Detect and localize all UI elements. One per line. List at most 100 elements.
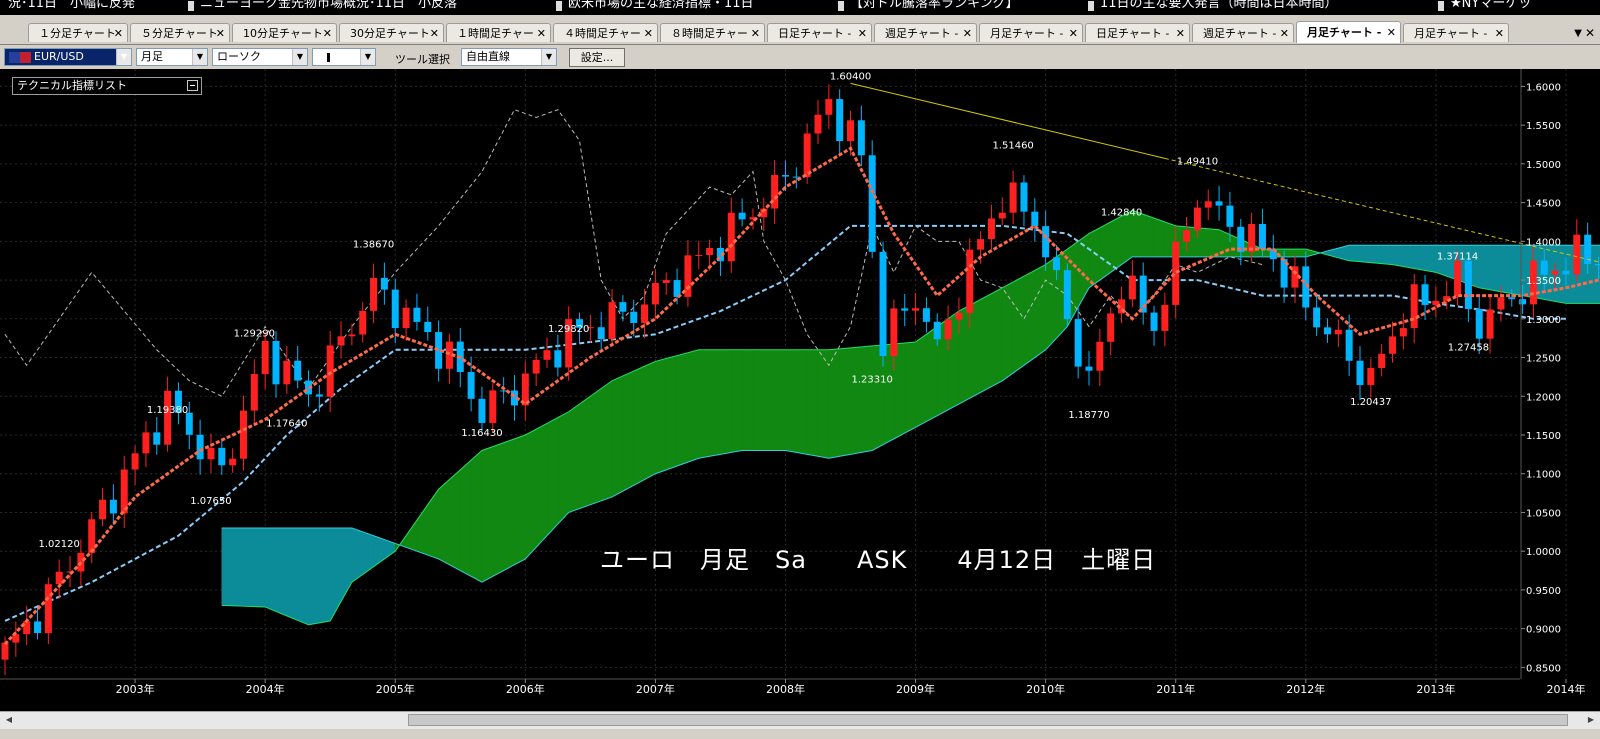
candle-body <box>836 99 844 142</box>
chart-tab[interactable]: 月足チャート - ✕ <box>1296 21 1401 43</box>
symbol-select[interactable]: EUR/USD ▼ <box>4 48 132 66</box>
close-icon[interactable]: ✕ <box>644 24 653 42</box>
candle-body <box>478 398 486 423</box>
close-icon[interactable]: ✕ <box>1387 22 1396 43</box>
chart-tab-label: 月足チャート - <box>1414 27 1488 40</box>
ichimoku-cloud-segment <box>492 442 504 577</box>
chart-tab[interactable]: １分足チャート ✕ <box>28 23 128 42</box>
technical-indicator-list-panel[interactable]: テクニカル指標リスト <box>12 77 202 95</box>
price-annotation: 1.16430 <box>461 428 502 439</box>
ichimoku-cloud-segment <box>774 349 786 451</box>
candle-body <box>88 519 96 553</box>
horizontal-scrollbar[interactable]: ◀ ▶ <box>0 711 1600 729</box>
close-icon[interactable]: ✕ <box>1585 26 1595 40</box>
close-icon[interactable]: ✕ <box>216 24 225 42</box>
chart-tab[interactable]: 日足チャート - ✕ <box>767 23 872 42</box>
ichimoku-cloud-segment <box>254 527 266 608</box>
y-tick-label: 0.9500 <box>1526 586 1561 597</box>
candle-body <box>619 302 627 312</box>
ticker-item[interactable]: 欧米市場の主な経済指標・11日 <box>568 0 754 10</box>
ticker-item[interactable]: ニューヨーク金先物市場概況･11日 小反落 <box>200 0 457 10</box>
chart-tab[interactable]: 30分足チャート ✕ <box>339 23 444 42</box>
chart-style-select[interactable]: ローソク ▼ <box>212 48 308 66</box>
ichimoku-cloud-segment <box>568 403 580 513</box>
chart-style-value: ローソク <box>217 50 261 63</box>
ichimoku-cloud-segment <box>622 370 635 492</box>
y-tick-label: 1.0500 <box>1526 508 1561 519</box>
scrollbar-thumb[interactable] <box>408 714 1568 726</box>
y-tick-label: 1.2500 <box>1526 354 1561 365</box>
chart-tab[interactable]: ４時間足チャー ✕ <box>553 23 658 42</box>
ichimoku-cloud-segment <box>438 478 450 566</box>
close-icon[interactable]: ✕ <box>430 24 439 42</box>
chart-tab-label: 日足チャート - <box>1096 27 1170 40</box>
candle-body <box>1519 299 1527 305</box>
price-annotation: 1.38670 <box>353 240 394 251</box>
close-icon[interactable]: ✕ <box>1495 24 1504 42</box>
ichimoku-cloud-segment <box>655 358 667 475</box>
candle-body <box>1594 264 1600 266</box>
chart-tab[interactable]: 週足チャート - ✕ <box>1192 23 1294 42</box>
scroll-left-icon[interactable]: ◀ <box>2 714 16 726</box>
ticker-item[interactable]: 【対ドル騰落率ランキング】 <box>850 0 1019 10</box>
eu-us-flag-icon <box>9 51 31 63</box>
close-icon[interactable]: ✕ <box>1069 24 1078 42</box>
close-icon[interactable]: ✕ <box>1176 24 1185 42</box>
close-icon[interactable]: ✕ <box>858 24 867 42</box>
close-icon[interactable]: ✕ <box>751 24 760 42</box>
ichimoku-cloud-segment <box>1197 227 1209 258</box>
candle-body <box>1323 327 1331 335</box>
close-icon[interactable]: ✕ <box>323 24 332 42</box>
drawing-tool-select[interactable]: 自由直線 ▼ <box>461 48 557 66</box>
close-icon[interactable]: ✕ <box>537 24 546 42</box>
chart-tab[interactable]: 月足チャート - ✕ <box>979 23 1083 42</box>
chart-tab-label: 30分足チャート <box>350 27 430 40</box>
ticker-item[interactable]: ★NYマーケッ <box>1450 0 1531 10</box>
x-tick-label: 2004年 <box>246 682 285 696</box>
ichimoku-cloud-segment <box>1110 215 1122 273</box>
tab-list-dropdown-icon[interactable]: ▼ <box>1574 28 1582 39</box>
ichimoku-cloud-segment <box>535 422 548 549</box>
candle-body <box>1464 260 1472 309</box>
ichimoku-cloud-segment <box>991 287 1003 388</box>
candle-style-select[interactable]: ▼ <box>312 48 376 66</box>
settings-button[interactable]: 設定... <box>569 48 625 67</box>
y-tick-label: 1.4500 <box>1526 199 1561 210</box>
close-icon[interactable]: ✕ <box>114 24 123 42</box>
ticker-item[interactable]: 11日の主な要人発言（時間は日本時間） <box>1100 0 1338 10</box>
chart-tab[interactable]: 10分足チャート ✕ <box>232 23 337 42</box>
chart-tab[interactable]: ５分足チャート ✕ <box>130 23 230 42</box>
chart-tab[interactable]: ８時間足チャー ✕ <box>660 23 765 42</box>
chart-toolbar: EUR/USD ▼ 月足 ▼ ローソク ▼ ▼ ツール選択 自由直線 ▼ 設定.… <box>0 45 1600 69</box>
period-select[interactable]: 月足 ▼ <box>136 48 208 66</box>
minimize-icon[interactable] <box>187 80 198 91</box>
ichimoku-cloud-segment <box>579 395 591 510</box>
chart-area[interactable]: 1.6000 1.5500 1.5000 1.4500 1.4000 1.3500 1.30… <box>0 69 1600 710</box>
ichimoku-cloud-segment <box>1413 244 1426 271</box>
candle-body <box>164 390 172 445</box>
chart-tab[interactable]: 週足チャート - ✕ <box>874 23 977 42</box>
ichimoku-cloud-segment <box>373 535 385 568</box>
ichimoku-chart[interactable]: 1.6000 1.5500 1.5000 1.4500 1.4000 1.3500 1.30… <box>0 69 1600 710</box>
ichimoku-cloud-segment <box>882 343 895 446</box>
close-icon[interactable]: ✕ <box>963 24 972 42</box>
ichimoku-cloud-segment <box>850 346 862 455</box>
candle-body <box>272 341 280 385</box>
ichimoku-cloud-segment <box>828 348 840 459</box>
ichimoku-cloud-segment <box>785 349 797 453</box>
ichimoku-cloud-segment <box>1478 244 1491 291</box>
ticker-item[interactable]: 況･11日 小幅に反発 <box>8 0 135 10</box>
candle-body <box>1193 207 1201 231</box>
ticker-separator-icon <box>1088 1 1094 11</box>
chart-tab[interactable]: 日足チャート - ✕ <box>1085 23 1190 42</box>
candle-body <box>890 308 898 357</box>
close-icon[interactable]: ✕ <box>1280 24 1289 42</box>
candle-icon <box>327 52 330 62</box>
chart-tab[interactable]: 月足チャート - ✕ <box>1403 23 1509 42</box>
chart-tab[interactable]: １時間足チャー ✕ <box>446 23 551 42</box>
candle-body <box>1367 368 1375 385</box>
scroll-right-icon[interactable]: ▶ <box>1584 714 1598 726</box>
candle-body <box>1215 201 1223 206</box>
x-tick-label: 2003年 <box>116 682 155 696</box>
news-ticker[interactable]: 況･11日 小幅に反発 ニューヨーク金先物市場概況･11日 小反落 欧米市場の主な経… <box>0 0 1600 15</box>
